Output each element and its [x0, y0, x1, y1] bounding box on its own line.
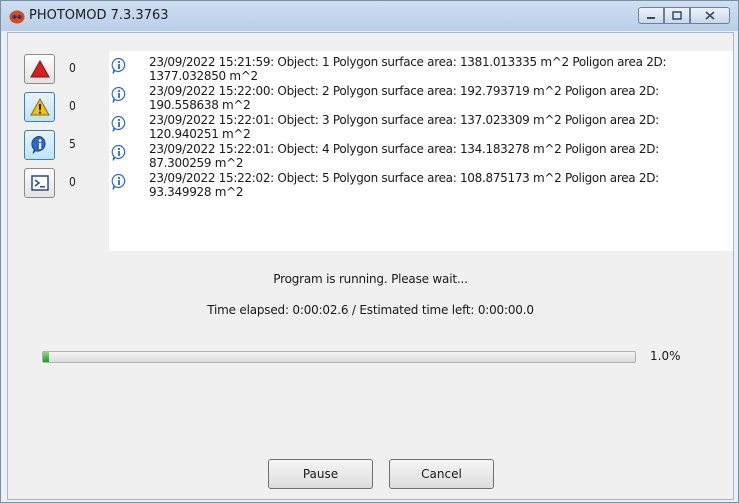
message-filter-panel: 0 0 5 0 [8, 33, 108, 251]
status-message: Program is running. Please wait... [273, 272, 468, 286]
pause-button[interactable]: Pause [268, 459, 373, 489]
close-button[interactable] [690, 7, 730, 24]
close-icon [705, 11, 715, 20]
progress-fill [43, 352, 49, 362]
command-filter-button[interactable] [24, 168, 55, 198]
log-entry-text: 23/09/2022 15:22:01: Object: 4 Polygon s… [149, 142, 659, 170]
progress-percent: 1.0% [650, 349, 681, 363]
info-icon [111, 144, 126, 161]
error-icon [29, 60, 50, 78]
photomod-logo-icon [9, 10, 25, 24]
progress-bar [42, 351, 636, 363]
minimize-icon [647, 16, 655, 19]
window-title: PHOTOMOD 7.3.3763 [29, 8, 169, 23]
info-icon [111, 173, 126, 190]
cancel-button[interactable]: Cancel [389, 459, 494, 489]
maximize-icon [672, 11, 682, 20]
command-count: 0 [69, 175, 76, 189]
log-entry-text: 23/09/2022 15:22:02: Object: 5 Polygon s… [149, 171, 659, 199]
time-info: Time elapsed: 0:00:02.6 / Estimated time… [207, 303, 534, 317]
maximize-button[interactable] [664, 7, 690, 24]
warning-filter-button[interactable] [24, 92, 55, 122]
warning-icon [29, 98, 50, 116]
error-count: 0 [69, 61, 76, 75]
info-icon [111, 115, 126, 132]
window-controls [638, 7, 730, 24]
info-count: 5 [69, 137, 76, 151]
info-icon [111, 57, 126, 74]
log-entry-text: 23/09/2022 15:21:59: Object: 1 Polygon s… [149, 55, 667, 83]
dialog-body: 0 0 5 0 23/09/2022 15:21:59: Object: 1 P… [7, 32, 734, 500]
minimize-button[interactable] [638, 7, 664, 24]
title-bar[interactable]: PHOTOMOD 7.3.3763 [1, 1, 738, 31]
warning-count: 0 [69, 99, 76, 113]
error-filter-button[interactable] [24, 54, 55, 84]
info-icon [111, 86, 126, 103]
terminal-icon [30, 175, 49, 191]
info-filter-button[interactable] [24, 130, 55, 160]
message-log[interactable]: 23/09/2022 15:21:59: Object: 1 Polygon s… [109, 51, 733, 251]
log-entry-text: 23/09/2022 15:22:00: Object: 2 Polygon s… [149, 84, 659, 112]
info-icon [30, 136, 46, 154]
photomod-window: PHOTOMOD 7.3.3763 0 0 5 0 23/09/2022 15:… [0, 0, 739, 503]
log-entry-text: 23/09/2022 15:22:01: Object: 3 Polygon s… [149, 113, 659, 141]
